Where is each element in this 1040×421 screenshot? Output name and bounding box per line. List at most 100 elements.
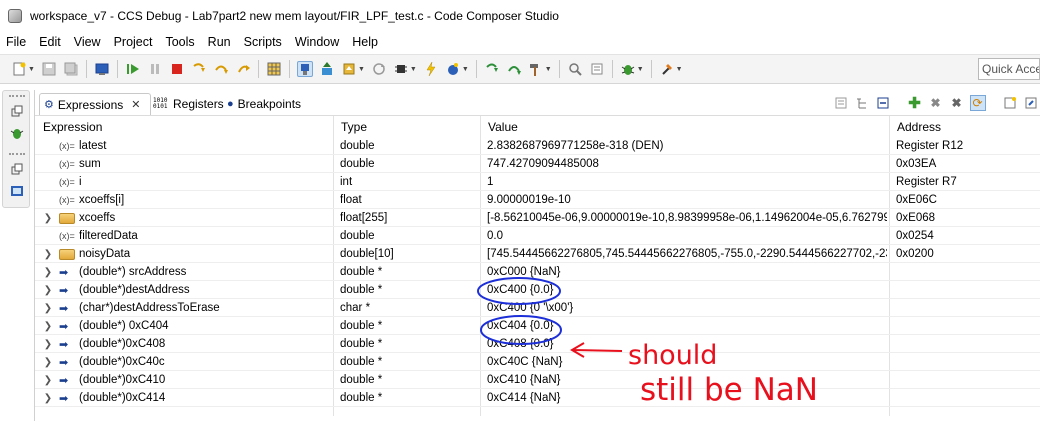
value-cell[interactable]: 2.8382687969771258e-318 (DEN) [487, 137, 887, 155]
chip-icon[interactable] [393, 61, 409, 77]
bug-icon[interactable] [620, 61, 636, 77]
table-row[interactable]: ❯ ➡ (double*)0xC414 double * 0xC414 {NaN} [35, 389, 1040, 407]
search-icon[interactable] [567, 61, 583, 77]
debug-dropdown-icon[interactable]: ▼ [637, 66, 644, 73]
table-row[interactable]: ❯ ➡ (double*)destAddress double * 0xC400 {0.… [35, 281, 1040, 299]
download-icon[interactable] [341, 61, 357, 77]
debug-bug-icon[interactable] [9, 125, 25, 141]
menu-help[interactable]: Help [352, 35, 378, 49]
expression-cell[interactable]: ❯ xcoeffs [35, 209, 333, 227]
table-row[interactable]: ❯ ➡ (char*)destAddressToErase char * 0xC400 … [35, 299, 1040, 317]
value-cell[interactable]: 0xC40C {NaN} [487, 353, 887, 371]
value-cell[interactable]: 0xC404 {0.0} [487, 317, 887, 335]
connect-target-icon[interactable] [296, 61, 313, 77]
load-program-icon[interactable] [319, 61, 335, 77]
pin-icon[interactable] [659, 61, 675, 77]
show-type-names-icon[interactable] [833, 95, 849, 111]
expand-chevron-icon[interactable]: ❯ [39, 375, 57, 386]
menu-window[interactable]: Window [295, 35, 339, 49]
table-row[interactable]: ❯ ➡ (double*)0xC408 double * 0xC408 {0.0} [35, 335, 1040, 353]
expand-chevron-icon[interactable]: ❯ [39, 213, 57, 224]
menu-tools[interactable]: Tools [165, 35, 194, 49]
value-cell[interactable]: [-8.56210045e-06,9.00000019e-10,8.983999… [487, 209, 887, 227]
step-asm-into-icon[interactable] [484, 61, 500, 77]
console-icon[interactable] [9, 183, 25, 199]
download-dropdown-icon[interactable]: ▼ [358, 66, 365, 73]
save-icon[interactable] [41, 61, 57, 77]
table-row[interactable]: ❯ ➡ (double*)0xC40c double * 0xC40C {NaN} [35, 353, 1040, 371]
value-cell[interactable]: 0xC410 {NaN} [487, 371, 887, 389]
memory-grid-icon[interactable] [266, 61, 282, 77]
column-header-address[interactable]: Address [889, 118, 941, 136]
menu-scripts[interactable]: Scripts [244, 35, 282, 49]
step-into-icon[interactable] [191, 61, 207, 77]
show-logical-structure-icon[interactable] [854, 95, 870, 111]
pin-view-icon[interactable] [1023, 95, 1039, 111]
debug-view-icon[interactable] [94, 61, 110, 77]
menu-run[interactable]: Run [208, 35, 231, 49]
restart-icon[interactable] [371, 61, 387, 77]
hammer-icon[interactable] [528, 61, 544, 77]
remove-all-icon[interactable]: ✖ [949, 95, 965, 111]
expression-cell[interactable]: ❯ ➡ (double*) srcAddress [35, 263, 333, 281]
table-row[interactable]: ❯ ➡ (double*) 0xC404 double * 0xC404 {0.0} [35, 317, 1040, 335]
table-row[interactable]: (x)= latest double 2.8382687969771258e-318 … [35, 137, 1040, 155]
expression-cell[interactable]: ❯ noisyData [35, 245, 333, 263]
table-row[interactable]: ❯ noisyData double[10] [745.54445662276805,… [35, 245, 1040, 263]
restore-icon[interactable] [9, 161, 25, 177]
expression-cell[interactable]: (x)= filteredData [35, 227, 333, 245]
value-cell[interactable]: 0xC400 {0.0} [487, 281, 887, 299]
expression-cell[interactable]: ❯ ➡ (double*)0xC40c [35, 353, 333, 371]
expression-cell[interactable]: ❯ ➡ (double*)destAddress [35, 281, 333, 299]
close-icon[interactable]: ✕ [131, 98, 140, 111]
new-icon[interactable] [11, 61, 27, 77]
add-expression-icon[interactable]: ✚ [907, 95, 923, 112]
run-blue-icon[interactable] [445, 61, 461, 77]
run-dropdown-icon[interactable]: ▼ [462, 66, 469, 73]
save-all-icon[interactable] [63, 61, 79, 77]
expand-chevron-icon[interactable]: ❯ [39, 303, 57, 314]
value-cell[interactable]: 0xC414 {NaN} [487, 389, 887, 407]
menu-project[interactable]: Project [114, 35, 153, 49]
menu-file[interactable]: File [6, 35, 26, 49]
table-row[interactable]: (x)= filteredData double 0.0 0x0254 [35, 227, 1040, 245]
column-header-type[interactable]: Type [333, 118, 367, 136]
column-header-value[interactable]: Value [480, 118, 518, 136]
build-dropdown-icon[interactable]: ▼ [545, 66, 552, 73]
expression-cell[interactable]: ❯ ➡ (char*)destAddressToErase [35, 299, 333, 317]
expression-cell[interactable]: ❯ ➡ (double*) 0xC404 [35, 317, 333, 335]
expression-cell[interactable]: ❯ ➡ (double*)0xC414 [35, 389, 333, 407]
quick-access-field[interactable]: Quick Access [978, 58, 1040, 80]
suspend-icon[interactable] [147, 61, 163, 77]
expand-chevron-icon[interactable]: ❯ [39, 321, 57, 332]
refresh-icon[interactable]: ⟳ [969, 95, 986, 111]
menu-view[interactable]: View [74, 35, 101, 49]
expression-cell[interactable]: ❯ ➡ (double*)0xC410 [35, 371, 333, 389]
expand-chevron-icon[interactable]: ❯ [39, 267, 57, 278]
expand-chevron-icon[interactable]: ❯ [39, 357, 57, 368]
terminate-icon[interactable] [169, 61, 185, 77]
chip-dropdown-icon[interactable]: ▼ [410, 66, 417, 73]
column-header-expression[interactable]: Expression [35, 118, 102, 136]
value-cell[interactable]: 747.42709094485008 [487, 155, 887, 173]
restore-icon[interactable] [9, 103, 25, 119]
resume-icon[interactable] [125, 61, 141, 77]
new-view-icon[interactable] [1002, 95, 1018, 111]
expand-chevron-icon[interactable]: ❯ [39, 249, 57, 260]
expand-chevron-icon[interactable]: ❯ [39, 393, 57, 404]
expression-cell[interactable]: (x)= sum [35, 155, 333, 173]
expand-chevron-icon[interactable]: ❯ [39, 339, 57, 350]
new-dropdown-icon[interactable]: ▼ [28, 66, 35, 73]
step-return-icon[interactable] [235, 61, 251, 77]
expression-cell[interactable]: ❯ ➡ (double*)0xC408 [35, 335, 333, 353]
value-cell[interactable]: 0xC400 {0 '\x00'} [487, 299, 887, 317]
value-cell[interactable]: [745.54445662276805,745.54445662276805,-… [487, 245, 887, 263]
tab-breakpoints[interactable]: ● Breakpoints [227, 93, 301, 115]
table-row[interactable]: ❯ ➡ (double*) srcAddress double * 0xC000 {Na… [35, 263, 1040, 281]
table-row[interactable]: (x)= xcoeffs[i] float 9.00000019e-10 0xE06C [35, 191, 1040, 209]
expression-cell[interactable]: (x)= i [35, 173, 333, 191]
expression-cell[interactable]: (x)= xcoeffs[i] [35, 191, 333, 209]
table-row[interactable]: (x)= i int 1 Register R7 [35, 173, 1040, 191]
value-cell[interactable]: 9.00000019e-10 [487, 191, 887, 209]
table-row[interactable]: ❯ xcoeffs float[255] [-8.56210045e-06,9.000… [35, 209, 1040, 227]
